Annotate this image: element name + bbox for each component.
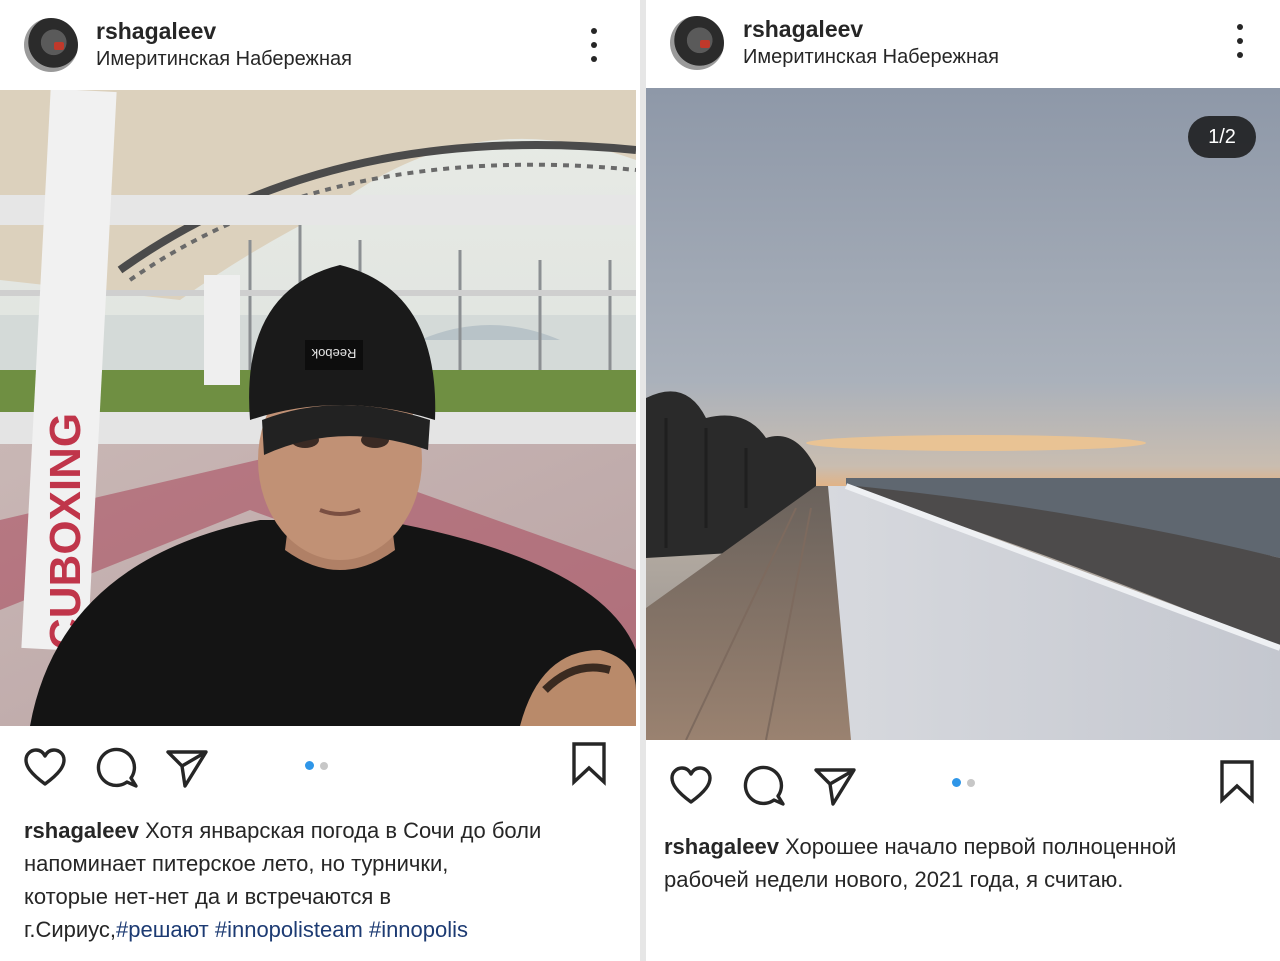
comment-button[interactable] — [94, 746, 140, 792]
carousel-counter: 1/2 — [1188, 116, 1256, 158]
hashtag-link[interactable]: #innopolisteam — [215, 917, 363, 942]
hashtag-link[interactable]: #innopolis — [369, 917, 468, 942]
comment-icon — [96, 747, 138, 788]
carousel-dot-active — [305, 761, 314, 770]
caption-line: рабочей недели нового, 2021 года, я счит… — [664, 867, 1124, 892]
like-button[interactable] — [22, 746, 68, 792]
caption-text: Хотя январская погода в Сочи до боли — [145, 818, 542, 843]
share-button[interactable] — [164, 746, 210, 792]
like-button[interactable] — [668, 764, 714, 810]
post-caption: rshagaleev Хотя январская погода в Сочи … — [24, 814, 624, 946]
caption-text: Хорошее начало первой полноценной — [785, 834, 1177, 859]
caption-line: напоминает питерское лето, но турнички, — [24, 851, 449, 876]
share-icon — [814, 768, 856, 806]
more-icon[interactable] — [584, 28, 604, 62]
post-right: rshagaleev Имеритинская Набережная 1/2 r… — [646, 0, 1280, 961]
hat-brand-text: Reebok — [311, 346, 356, 361]
post-photo[interactable] — [646, 88, 1280, 740]
hashtag-link[interactable]: #решают — [116, 917, 209, 942]
avatar[interactable] — [24, 18, 78, 72]
post-location[interactable]: Имеритинская Набережная — [96, 48, 352, 71]
post-location[interactable]: Имеритинская Набережная — [743, 46, 999, 69]
save-button[interactable] — [1214, 758, 1260, 804]
post-actions — [0, 742, 640, 806]
caption-username[interactable]: rshagaleev — [24, 818, 139, 843]
carousel-dot — [320, 761, 328, 770]
caption-line: которые нет-нет да и встречаются в — [24, 884, 392, 909]
caption-line: г.Сириус,#решают #innopolisteam #innopol… — [24, 913, 624, 946]
avatar[interactable] — [670, 16, 724, 70]
carousel-dot-active — [952, 778, 961, 787]
bookmark-icon — [572, 742, 606, 786]
carousel-indicator — [952, 778, 975, 787]
share-icon — [166, 750, 208, 788]
post-header: rshagaleev Имеритинская Набережная — [646, 0, 1280, 90]
carousel-indicator — [305, 761, 328, 770]
carousel-dot — [967, 778, 975, 787]
share-button[interactable] — [812, 764, 858, 810]
post-actions — [646, 760, 1280, 824]
caption-line: rshagaleev Хорошее начало первой полноце… — [664, 830, 1264, 863]
post-caption: rshagaleev Хорошее начало первой полноце… — [664, 830, 1264, 896]
post-username[interactable]: rshagaleev — [743, 16, 863, 43]
caption-text: г.Сириус, — [24, 917, 117, 942]
comment-icon — [743, 765, 785, 806]
save-button[interactable] — [566, 740, 612, 786]
heart-icon — [670, 766, 712, 804]
post-photo[interactable]: CUBOXING Reebok — [0, 90, 636, 726]
bookmark-icon — [1220, 760, 1254, 804]
post-header: rshagaleev Имеритинская Набережная — [0, 0, 640, 90]
caption-username[interactable]: rshagaleev — [664, 834, 779, 859]
heart-icon — [24, 748, 66, 786]
post-username[interactable]: rshagaleev — [96, 18, 216, 45]
post-left: rshagaleev Имеритинская Набережная CUBOX… — [0, 0, 640, 961]
comment-button[interactable] — [741, 764, 787, 810]
more-icon[interactable] — [1230, 24, 1250, 58]
caption-line: rshagaleev Хотя январская погода в Сочи … — [24, 814, 624, 847]
